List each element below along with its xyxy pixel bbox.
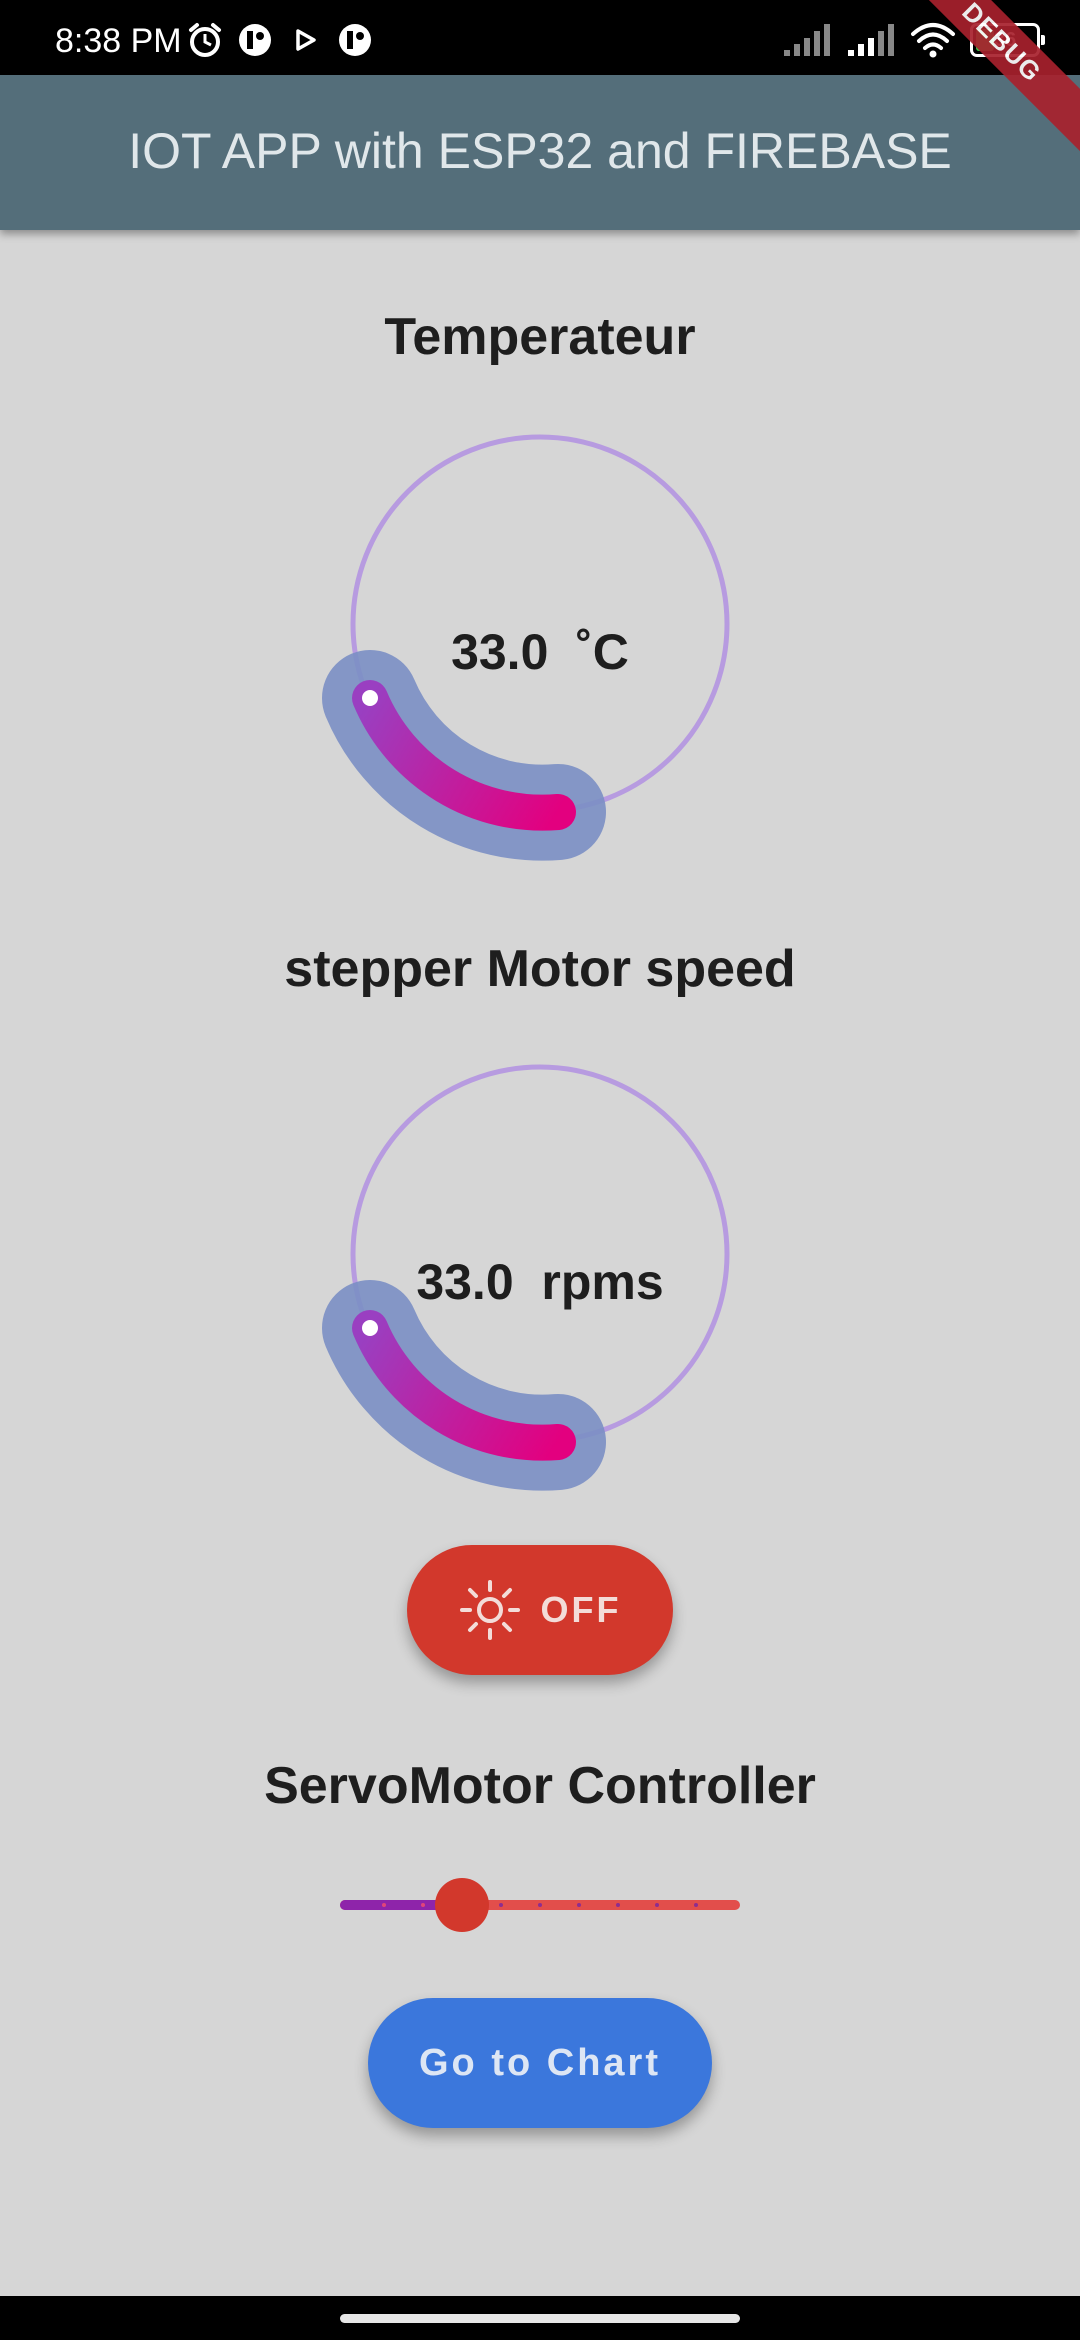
go-to-chart-button[interactable]: Go to Chart xyxy=(368,1998,712,2128)
navigation-bar xyxy=(0,2296,1080,2340)
status-time: 8:38 PM xyxy=(55,22,182,60)
play-icon xyxy=(296,29,316,51)
slider-tick xyxy=(499,1903,503,1907)
slider-tick xyxy=(382,1903,386,1907)
app-title: IOT APP with ESP32 and FIREBASE xyxy=(128,123,952,179)
slider-tick xyxy=(655,1903,659,1907)
status-notification-icons xyxy=(185,20,375,60)
home-gesture-handle[interactable] xyxy=(340,2314,740,2323)
slider-tick xyxy=(577,1903,581,1907)
servo-slider[interactable] xyxy=(340,1875,740,1935)
sun-icon xyxy=(459,1580,520,1640)
motor-speed-title: stepper Motor speed xyxy=(284,940,796,998)
light-toggle-label: OFF xyxy=(540,1589,622,1630)
temperature-value: 33.0 ˚C xyxy=(451,624,629,680)
slider-tick xyxy=(538,1903,542,1907)
notification-app-icon xyxy=(239,24,271,56)
temperature-gauge[interactable]: 33.0 ˚C xyxy=(300,418,780,898)
temperature-title: Temperateur xyxy=(384,308,696,366)
slider-thumb[interactable] xyxy=(435,1878,489,1932)
slider-tick xyxy=(616,1903,620,1907)
servo-slider-graphic xyxy=(340,1878,740,1932)
wifi-icon xyxy=(911,23,955,58)
light-toggle-button[interactable]: OFF xyxy=(407,1545,673,1675)
motor-speed-gauge[interactable]: 33.0 rpms xyxy=(300,1048,780,1528)
signal-icon xyxy=(784,24,830,56)
slider-tick xyxy=(694,1903,698,1907)
servo-title: ServoMotor Controller xyxy=(264,1757,816,1815)
motor-speed-value: 33.0 rpms xyxy=(416,1254,664,1310)
alarm-icon xyxy=(189,23,221,57)
battery-tip xyxy=(1041,35,1045,45)
notification-app-icon xyxy=(339,24,371,56)
status-bar: 8:38 PM xyxy=(0,0,1080,75)
signal-icon xyxy=(848,24,894,56)
app-bar: IOT APP with ESP32 and FIREBASE xyxy=(0,75,1080,230)
gauge-handle[interactable] xyxy=(362,690,378,706)
gauge-handle[interactable] xyxy=(362,1320,378,1336)
slider-tick xyxy=(421,1903,425,1907)
